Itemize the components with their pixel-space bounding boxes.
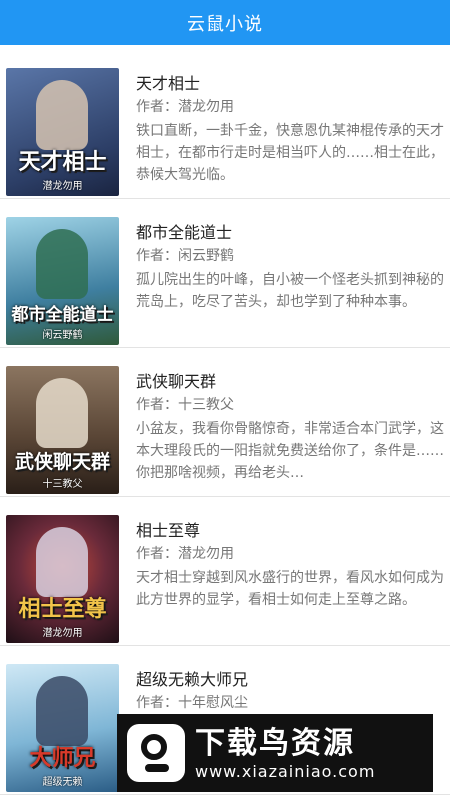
book-description: 天才相士穿越到风水盛行的世界，看风水如何成为此方世界的显学，看相士如何走上至尊之… (136, 570, 444, 608)
watermark-banner: 下载鸟资源 www.xiazainiao.com (117, 714, 433, 792)
book-title[interactable]: 都市全能道士 (136, 219, 232, 243)
book-cover[interactable]: 天才相士 潜龙勿用 (6, 68, 119, 196)
book-author: 作者：潜龙勿用 (136, 99, 234, 115)
book-description: 孤儿院出生的叶峰，自小被一个怪老头抓到神秘的荒岛上，吃尽了苦头，却也学到了种种本… (136, 272, 444, 310)
cover-title: 相士至尊 (18, 596, 107, 622)
book-description: 小盆友，我看你骨骼惊奇，非常适合本门武学，这本大理段氏的一阳指就免费送给你了，条… (136, 421, 444, 481)
cover-author: 闲云野鹤 (42, 330, 83, 341)
book-cover[interactable]: 相士至尊 潜龙勿用 (6, 515, 119, 643)
book-cover[interactable]: 大师兄 超级无赖 (6, 664, 119, 792)
bird-logo-icon (127, 724, 185, 782)
book-item[interactable]: 天才相士 潜龙勿用 天才相士 作者：潜龙勿用 铁口直断，一卦千金，快意恩仇某神棍… (0, 50, 450, 199)
cover-figure (36, 527, 88, 597)
cover-author: 潜龙勿用 (42, 628, 83, 639)
cover-title: 天才相士 (18, 149, 107, 175)
cover-author: 潜龙勿用 (42, 181, 83, 192)
book-list[interactable]: 天才相士 潜龙勿用 天才相士 作者：潜龙勿用 铁口直断，一卦千金，快意恩仇某神棍… (0, 50, 450, 795)
book-item[interactable]: 武侠聊天群 十三教父 武侠聊天群 作者：十三教父 小盆友，我看你骨骼惊奇，非常适… (0, 348, 450, 497)
book-item[interactable]: 都市全能道士 闲云野鹤 都市全能道士 作者：闲云野鹤 孤儿院出生的叶峰，自小被一… (0, 199, 450, 348)
cover-title: 武侠聊天群 (14, 451, 110, 473)
book-cover[interactable]: 武侠聊天群 十三教父 (6, 366, 119, 494)
app-bar: 云鼠小说 (0, 0, 450, 45)
cover-author: 超级无赖 (42, 777, 83, 788)
cover-author: 十三教父 (42, 479, 83, 490)
watermark-text: 下载鸟资源 www.xiazainiao.com (195, 726, 375, 781)
book-author: 作者：十年慰风尘 (136, 695, 248, 711)
book-description: 铁口直断，一卦千金，快意恩仇某神棍传承的天才相士，在都市行走时是相当吓人的……相… (136, 123, 444, 183)
cover-figure (36, 378, 88, 448)
cover-title: 大师兄 (29, 745, 96, 771)
book-author: 作者：闲云野鹤 (136, 248, 234, 264)
watermark-name: 下载鸟资源 (195, 725, 355, 761)
watermark-url: www.xiazainiao.com (195, 761, 376, 781)
cover-figure (36, 676, 88, 746)
book-author: 作者：十三教父 (136, 397, 234, 413)
book-title[interactable]: 天才相士 (136, 70, 200, 94)
book-title[interactable]: 相士至尊 (136, 517, 200, 541)
book-item[interactable]: 相士至尊 潜龙勿用 相士至尊 作者：潜龙勿用 天才相士穿越到风水盛行的世界，看风… (0, 497, 450, 646)
book-title[interactable]: 武侠聊天群 (136, 368, 216, 392)
cover-title: 都市全能道士 (11, 305, 114, 325)
book-cover[interactable]: 都市全能道士 闲云野鹤 (6, 217, 119, 345)
book-author: 作者：潜龙勿用 (136, 546, 234, 562)
book-title[interactable]: 超级无赖大师兄 (136, 666, 248, 690)
app-title: 云鼠小说 (187, 13, 263, 35)
cover-figure (36, 229, 88, 299)
cover-figure (36, 80, 88, 150)
